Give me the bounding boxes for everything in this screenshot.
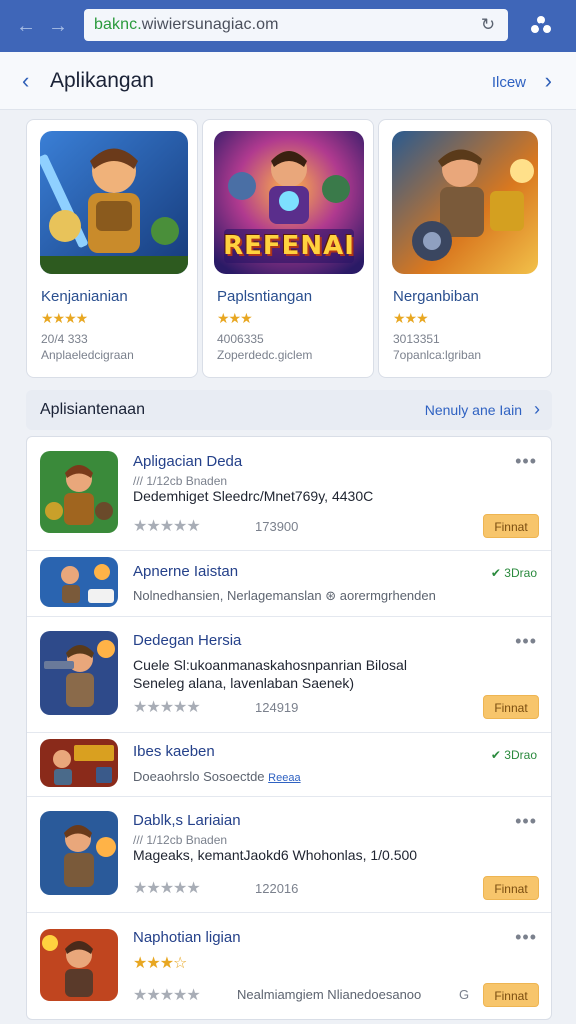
card-meta: 20/4 333 — [41, 332, 88, 346]
list-item[interactable]: Dedegan Hersia Cuele Sl:ukoanmanaskahosn… — [27, 617, 551, 733]
section-header: Aplisiantenaan Nenuly ane Iain › — [26, 390, 552, 430]
app-title[interactable]: Naphotian ligian — [133, 929, 241, 946]
install-button[interactable]: Finnat — [483, 695, 539, 719]
app-description: Seneleg alana, lavenlaban Saenek) — [133, 675, 355, 691]
url-text: baknc.wiwiersunagiac.om — [94, 16, 279, 33]
app-icon — [40, 557, 118, 607]
card-rating: ★★★ — [217, 310, 253, 326]
see-all-link[interactable]: Nenuly ane Iain — [425, 402, 522, 418]
more-options-icon[interactable]: ••• — [515, 631, 537, 652]
featured-card[interactable]: Nerganbiban ★★★ 3013351 7opanlca:lgriban — [378, 119, 552, 378]
list-item[interactable]: Ibes kaeben Doeaohrslo Sosoectde Reeaa ✔… — [27, 733, 551, 797]
app-meta: Doeaohrslo Sosoectde Reeaa — [133, 769, 301, 784]
game-art-image — [392, 131, 538, 274]
card-meta: 3013351 — [393, 332, 440, 346]
app-icon — [40, 811, 118, 895]
app-link[interactable]: Reeaa — [268, 772, 300, 784]
app-meta: Nealmiamgiem Nlianedoesanoo — [237, 987, 422, 1002]
app-rating: ★★★☆ — [133, 955, 187, 972]
app-header: ‹ Aplikangan Ilcew › — [0, 52, 576, 110]
card-title: Paplsntiangan — [217, 288, 313, 305]
app-subtitle: /// 1/12cb Bnaden — [133, 833, 228, 847]
list-item[interactable]: Apligacian Deda /// 1/12cb Bnaden Dedemh… — [27, 437, 551, 551]
app-icon — [40, 451, 118, 533]
extension-icon[interactable] — [528, 12, 554, 38]
app-title[interactable]: Dedegan Hersia — [133, 632, 241, 649]
card-meta: Anplaeledcigraan — [41, 348, 134, 362]
app-rating: ★★★★★ — [133, 880, 201, 897]
more-options-icon[interactable]: ••• — [515, 927, 537, 948]
game-art-image — [40, 131, 188, 274]
rating-count: 173900 — [255, 519, 299, 534]
app-description: Mageaks, kemantJaokd6 Whohonlas, 1/0.500 — [133, 847, 418, 863]
more-options-icon[interactable]: ••• — [515, 811, 537, 832]
app-meta: Nolnedhansien, Nerlagemanslan ⊛ aorermgr… — [133, 588, 436, 603]
card-rating: ★★★★ — [41, 310, 88, 326]
list-item[interactable]: Naphotian ligian ★★★☆ ★★★★★ Nealmiamgiem… — [27, 913, 551, 1019]
list-item[interactable]: Apnerne Iaistan Nolnedhansien, Nerlagema… — [27, 551, 551, 617]
address-bar[interactable]: baknc.wiwiersunagiac.om ↻ — [84, 9, 508, 41]
more-options-icon[interactable]: ••• — [515, 451, 537, 472]
card-title: Nerganbiban — [393, 288, 479, 305]
app-rating: ★★★★★ — [133, 699, 201, 716]
status-tag: ✔ 3Drao — [490, 748, 537, 762]
header-link[interactable]: Ilcew — [492, 74, 526, 91]
card-meta: Zoperdedc.giclem — [217, 348, 313, 362]
page-title: Aplikangan — [50, 69, 154, 92]
rating-count: 122016 — [255, 881, 299, 896]
app-rating: ★★★★★ — [133, 987, 201, 1004]
rating-count: 124919 — [255, 700, 299, 715]
app-description: Dedemhiget Sleedrc/Mnet769y, 4430C — [133, 488, 374, 504]
app-icon — [40, 739, 118, 787]
card-rating: ★★★ — [393, 310, 429, 326]
install-button[interactable]: Finnat — [483, 983, 539, 1007]
app-list: Apligacian Deda /// 1/12cb Bnaden Dedemh… — [26, 436, 552, 1020]
browser-forward-button[interactable]: → — [44, 12, 72, 40]
browser-back-button[interactable]: ← — [12, 12, 40, 40]
app-title[interactable]: Dablk,s Lariaian — [133, 812, 241, 829]
header-chevron-icon[interactable]: › — [545, 68, 552, 94]
google-icon: G — [459, 987, 470, 1002]
card-meta: 7opanlca:lgriban — [393, 348, 482, 362]
chevron-right-icon[interactable]: › — [534, 399, 540, 420]
install-button[interactable]: Finnat — [483, 876, 539, 900]
app-title[interactable]: Apnerne Iaistan — [133, 563, 238, 580]
app-rating: ★★★★★ — [133, 518, 201, 535]
status-tag: ✔ 3Drao — [490, 566, 537, 580]
install-button[interactable]: Finnat — [483, 514, 539, 538]
browser-toolbar: ← → baknc.wiwiersunagiac.om ↻ — [0, 0, 576, 52]
card-meta: 4006335 — [217, 332, 264, 346]
reload-icon[interactable]: ↻ — [478, 15, 498, 35]
app-description: Cuele Sl:ukoanmanaskahosnpanrian Bilosal — [133, 657, 407, 673]
card-title: Kenjanianian — [41, 288, 128, 305]
app-title[interactable]: Apligacian Deda — [133, 453, 242, 470]
app-subtitle: /// 1/12cb Bnaden — [133, 474, 228, 488]
featured-card[interactable]: REFENAI Paplsntiangan ★★★ 4006335 Zoperd… — [202, 119, 374, 378]
featured-carousel: Kenjanianian ★★★★ 20/4 333 Anplaeledcigr… — [26, 119, 552, 378]
section-title: Aplisiantenaan — [40, 401, 145, 418]
featured-card[interactable]: Kenjanianian ★★★★ 20/4 333 Anplaeledcigr… — [26, 119, 198, 378]
game-logo-text: REFENAI — [223, 231, 355, 261]
list-item[interactable]: Dablk,s Lariaian /// 1/12cb Bnaden Magea… — [27, 797, 551, 913]
game-art-image: REFENAI — [214, 131, 364, 274]
app-icon — [40, 929, 118, 1001]
app-title[interactable]: Ibes kaeben — [133, 743, 215, 760]
back-chevron-icon[interactable]: ‹ — [22, 68, 29, 94]
app-icon — [40, 631, 118, 715]
